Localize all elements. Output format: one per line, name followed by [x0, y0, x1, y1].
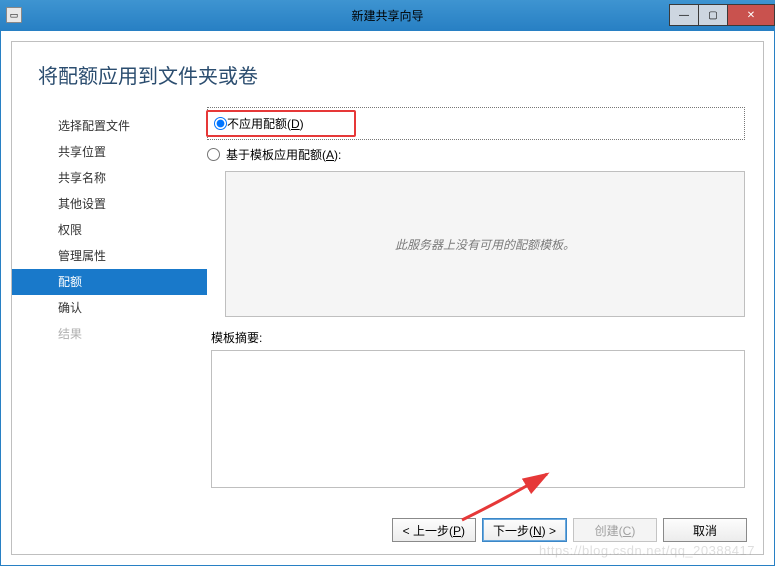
wizard-frame: 将配额应用到文件夹或卷 选择配置文件 共享位置 共享名称 其他设置 权限 管理属… — [11, 41, 764, 555]
template-empty-message: 此服务器上没有可用的配额模板。 — [395, 236, 575, 253]
window-controls: — ▢ ✕ — [670, 4, 775, 26]
page-title: 将配额应用到文件夹或卷 — [12, 42, 763, 89]
template-list-box: 此服务器上没有可用的配额模板。 — [225, 171, 745, 317]
summary-box — [211, 350, 745, 488]
btn-key: N — [533, 524, 542, 538]
create-button: 创建(C) — [573, 518, 657, 542]
sidebar-item-management[interactable]: 管理属性 — [12, 243, 207, 269]
wizard-sidebar: 选择配置文件 共享位置 共享名称 其他设置 权限 管理属性 配额 确认 结果 — [12, 107, 207, 488]
minimize-button[interactable]: — — [669, 4, 699, 26]
btn-text: ) — [631, 524, 635, 538]
titlebar: ▭ 新建共享向导 — ▢ ✕ — [0, 0, 775, 30]
radio-no-quota-label[interactable]: 不应用配额(D) — [227, 115, 304, 132]
sidebar-item-quota[interactable]: 配额 — [12, 269, 207, 295]
highlight-box: 不应用配额(D) — [206, 110, 356, 137]
sidebar-item-share-name[interactable]: 共享名称 — [12, 165, 207, 191]
label-key: A — [326, 148, 334, 162]
sidebar-item-confirm[interactable]: 确认 — [12, 295, 207, 321]
radio-no-quota-focus-ring: 不应用配额(D) — [207, 107, 745, 140]
window-body: 将配额应用到文件夹或卷 选择配置文件 共享位置 共享名称 其他设置 权限 管理属… — [0, 30, 775, 566]
sidebar-item-other-settings[interactable]: 其他设置 — [12, 191, 207, 217]
cancel-button[interactable]: 取消 — [663, 518, 747, 542]
sidebar-item-profile[interactable]: 选择配置文件 — [12, 113, 207, 139]
radio-no-quota[interactable] — [214, 117, 227, 130]
label-text: ) — [300, 117, 304, 131]
radio-template[interactable] — [207, 148, 220, 161]
previous-button[interactable]: < 上一步(P) — [392, 518, 476, 542]
next-button[interactable]: 下一步(N) > — [482, 518, 567, 542]
btn-text: < 上一步( — [403, 524, 453, 538]
sidebar-item-results: 结果 — [12, 321, 207, 347]
btn-text: 创建( — [595, 524, 623, 538]
btn-text: ) > — [542, 524, 556, 538]
radio-template-label[interactable]: 基于模板应用配额(A): — [226, 146, 341, 163]
content-wrap: 选择配置文件 共享位置 共享名称 其他设置 权限 管理属性 配额 确认 结果 不… — [12, 107, 763, 488]
label-text: 基于模板应用配额( — [226, 148, 326, 162]
main-pane: 不应用配额(D) 基于模板应用配额(A): 此服务器上没有可用的配额模板。 模板… — [207, 107, 763, 488]
btn-text: 下一步( — [493, 524, 533, 538]
label-text: ): — [334, 148, 341, 162]
sidebar-item-location[interactable]: 共享位置 — [12, 139, 207, 165]
app-icon: ▭ — [6, 7, 22, 23]
maximize-button[interactable]: ▢ — [698, 4, 728, 26]
label-key: D — [291, 117, 300, 131]
wizard-button-row: < 上一步(P) 下一步(N) > 创建(C) 取消 — [392, 518, 747, 542]
sidebar-item-permissions[interactable]: 权限 — [12, 217, 207, 243]
radio-template-row: 基于模板应用配额(A): — [207, 146, 745, 163]
window-title: 新建共享向导 — [351, 7, 423, 24]
btn-key: P — [453, 524, 461, 538]
btn-text: ) — [461, 524, 465, 538]
summary-label: 模板摘要: — [211, 329, 745, 346]
label-text: 不应用配额( — [227, 117, 291, 131]
close-button[interactable]: ✕ — [727, 4, 775, 26]
